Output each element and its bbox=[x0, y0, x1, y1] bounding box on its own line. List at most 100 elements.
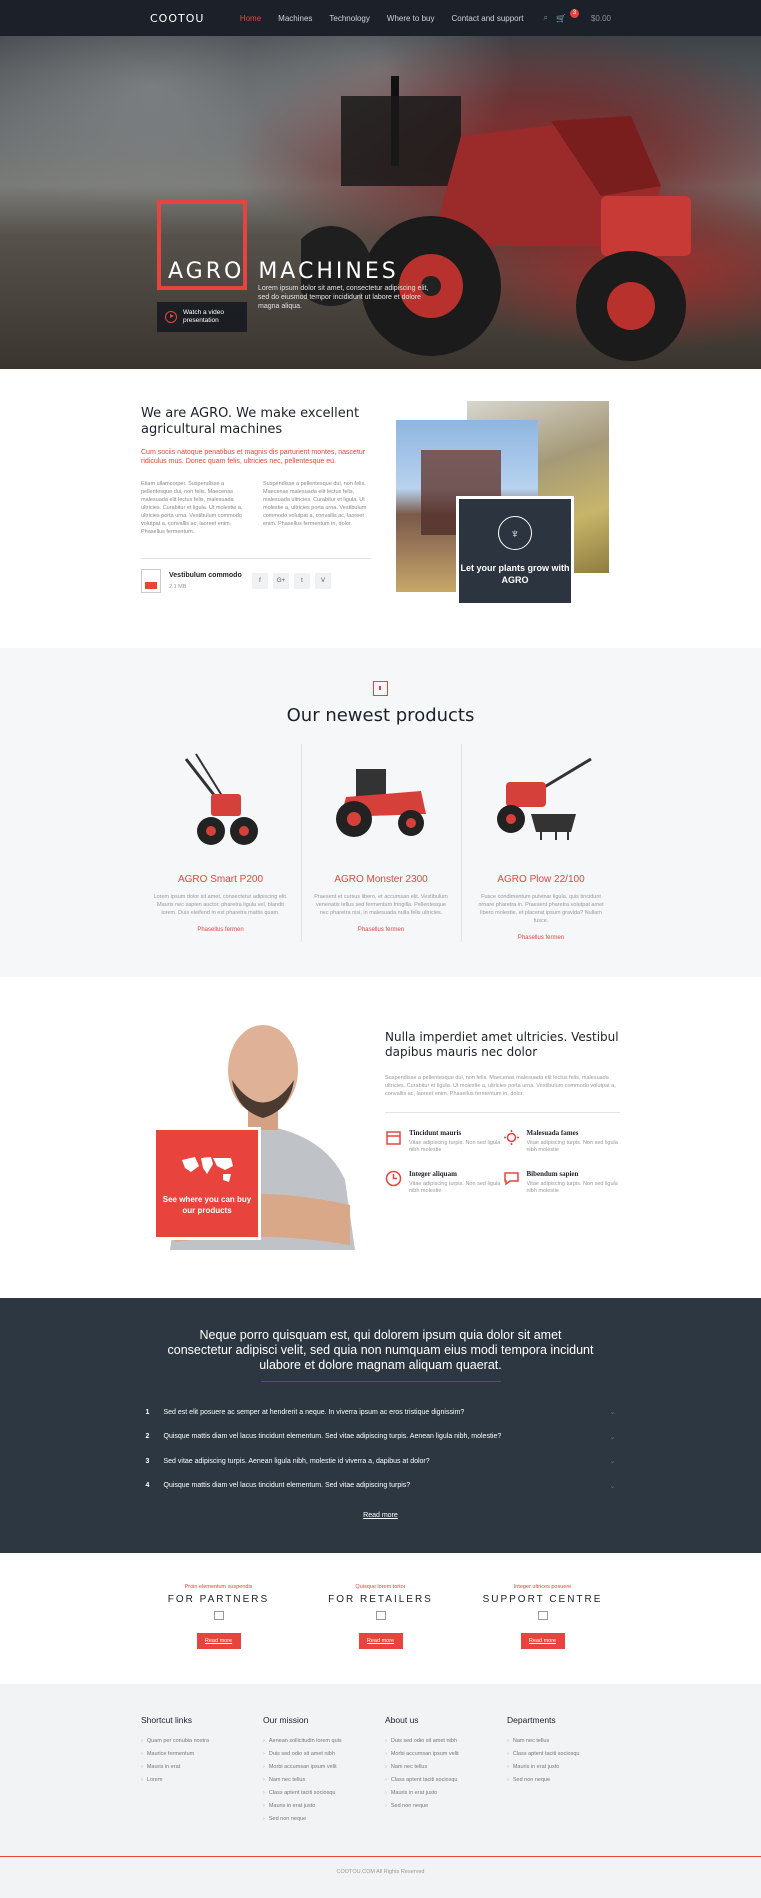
cultivator-image[interactable] bbox=[153, 744, 289, 854]
cart-count-badge: 3 bbox=[569, 8, 579, 18]
footer-link[interactable]: Class aptent taciti sociosqu bbox=[507, 1748, 629, 1761]
nav-where-to-buy[interactable]: Where to buy bbox=[387, 14, 435, 23]
chevron-down-icon[interactable]: ⌄ bbox=[610, 1482, 616, 1490]
footer-link[interactable]: Morbi accumsan ipsum velit bbox=[263, 1761, 385, 1774]
footer-link[interactable]: Duis sed odio sit amet nibh bbox=[385, 1735, 507, 1748]
handshake-icon bbox=[213, 1611, 224, 1620]
plow-image[interactable] bbox=[474, 744, 609, 854]
vimeo-icon[interactable]: V bbox=[315, 573, 331, 589]
wheat-icon: ♆ bbox=[498, 516, 532, 550]
footer-link[interactable]: Aenean sollicitudin lorem quis bbox=[263, 1735, 385, 1748]
faq-item[interactable]: 1 Sed est elit posuere ac semper at hend… bbox=[146, 1400, 616, 1425]
footer-link[interactable]: Morbi accumsan ipsum velit bbox=[385, 1748, 507, 1761]
play-icon bbox=[165, 311, 177, 323]
footer-link[interactable]: Maurice fermentum bbox=[141, 1748, 263, 1761]
file-name: Vestibulum commodo bbox=[169, 571, 242, 579]
chevron-down-icon[interactable]: ⌄ bbox=[610, 1433, 616, 1441]
product-name[interactable]: AGRO Smart P200 bbox=[153, 874, 289, 885]
faq-item[interactable]: 2 Quisque mattis diam vel lacus tincidun… bbox=[146, 1425, 616, 1450]
twitter-icon[interactable]: t bbox=[294, 573, 310, 589]
team-text: Nulla imperdiet amet ultricies. Vestibul… bbox=[385, 1030, 620, 1195]
product-link[interactable]: Phasellus fermen bbox=[197, 927, 243, 933]
footer-link[interactable]: Nam nec tellus bbox=[385, 1761, 507, 1774]
faq-number: 3 bbox=[145, 1457, 150, 1465]
faq-item[interactable]: 3 Sed vitae adipiscing turpis. Aenean li… bbox=[146, 1449, 616, 1474]
footer-link[interactable]: Nam nec tellus bbox=[507, 1735, 629, 1748]
product-link[interactable]: Phasellus fermen bbox=[358, 927, 404, 933]
faq-number: 2 bbox=[145, 1433, 150, 1441]
footer-link[interactable]: Sed non neque bbox=[385, 1800, 507, 1813]
partner-block: Integer ultrices posuere SUPPORT CENTRE … bbox=[462, 1584, 624, 1684]
cart-icon[interactable]: 🛒 bbox=[556, 14, 566, 23]
footer-column-title: Our mission bbox=[263, 1715, 309, 1725]
product-card: AGRO Plow 22/100 Fusce condimentum pulvi… bbox=[460, 744, 621, 942]
footer-link[interactable]: Sed non neque bbox=[263, 1813, 385, 1826]
faq-read-more-link[interactable]: Read more bbox=[363, 1512, 398, 1519]
main-nav: Home Machines Technology Where to buy Co… bbox=[240, 14, 524, 23]
faq-list: 1 Sed est elit posuere ac semper at hend… bbox=[146, 1400, 616, 1498]
feature-title: Integer aliquam bbox=[409, 1170, 457, 1178]
partner-subtitle: Integer ultrices posuere bbox=[513, 1584, 572, 1590]
product-desc: Praesent et cursus libero, et accumsan e… bbox=[314, 894, 448, 916]
nav-home[interactable]: Home bbox=[240, 14, 261, 23]
cart-total[interactable]: $0.00 bbox=[591, 14, 611, 23]
download-file[interactable]: Vestibulum commodo 2.1 MB bbox=[169, 572, 242, 591]
footer-link[interactable]: Nam nec tellus bbox=[263, 1774, 385, 1787]
product-card: AGRO Monster 2300 Praesent et cursus lib… bbox=[300, 744, 461, 942]
nav-contact[interactable]: Contact and support bbox=[451, 14, 523, 23]
grow-with-agro-card: ♆ Let your plants grow with AGRO bbox=[456, 496, 574, 606]
nav-machines[interactable]: Machines bbox=[278, 14, 312, 23]
world-map-icon bbox=[182, 1156, 233, 1182]
where-to-buy-card[interactable]: See where you can buy our products bbox=[153, 1127, 261, 1240]
partner-block: Proin elementum suspendis FOR PARTNERS R… bbox=[138, 1584, 300, 1684]
file-size: 2.1 MB bbox=[169, 583, 187, 590]
read-more-button[interactable]: Read more bbox=[196, 1633, 241, 1649]
footer-link[interactable]: Mauris in erat justo bbox=[263, 1800, 385, 1813]
hero-title-agro: AGRO bbox=[168, 259, 245, 284]
footer-link[interactable]: Class aptent taciti sociosqu bbox=[263, 1787, 385, 1800]
google-plus-icon[interactable]: G+ bbox=[273, 573, 289, 589]
hero-banner: AGRO MACHINES Lorem ipsum dolor sit amet,… bbox=[0, 36, 761, 369]
product-name[interactable]: AGRO Plow 22/100 bbox=[474, 874, 609, 885]
partner-title: SUPPORT CENTRE bbox=[482, 1594, 603, 1605]
products-section: Our newest products AGRO Smart P200 Lore… bbox=[0, 648, 761, 977]
partner-subtitle: Quisque lorem tortor bbox=[355, 1584, 406, 1590]
facebook-icon[interactable]: f bbox=[252, 573, 268, 589]
team-divider bbox=[385, 1112, 620, 1113]
footer-link[interactable]: Duis sed odio sit amet nibh bbox=[263, 1748, 385, 1761]
product-link[interactable]: Phasellus fermen bbox=[518, 935, 564, 941]
logo[interactable]: COOTOU bbox=[150, 12, 204, 25]
read-more-button[interactable]: Read more bbox=[358, 1633, 403, 1649]
product-name[interactable]: AGRO Monster 2300 bbox=[314, 874, 449, 885]
read-more-button[interactable]: Read more bbox=[520, 1633, 565, 1649]
tractor-product-image[interactable] bbox=[314, 744, 449, 854]
hero-description: Lorem ipsum dolor sit amet, consectetur … bbox=[258, 285, 429, 310]
feature-desc: Vitae adipiscing turpis. Non sed ligula … bbox=[409, 1181, 501, 1194]
team-title: Nulla imperdiet amet ultricies. Vestibul… bbox=[385, 1030, 619, 1059]
footer-link[interactable]: Mauris in erat bbox=[141, 1761, 263, 1774]
copyright-bar: COOTOU.COM All Rights Reserved bbox=[0, 1856, 761, 1898]
feature-desc: Vitae adipiscing turpis. Non sed ligula … bbox=[409, 1140, 501, 1153]
feature-title: Bibendum sapien bbox=[526, 1170, 579, 1178]
watch-video-button[interactable]: Watch a video presentation bbox=[157, 302, 247, 332]
feature-item: Malesuada fames Vitae adipiscing turpis. … bbox=[503, 1129, 621, 1154]
support-icon bbox=[537, 1611, 548, 1620]
footer-link[interactable]: Sed non neque bbox=[507, 1774, 629, 1787]
search-icon[interactable]: ⌕ bbox=[544, 13, 548, 23]
where-to-buy-text: See where you can buy our products bbox=[162, 1194, 252, 1215]
grow-card-text: Let your plants grow with AGRO bbox=[460, 563, 570, 585]
footer-link[interactable]: Mauris in erat justo bbox=[507, 1761, 629, 1774]
faq-question: Quisque mattis diam vel lacus tincidunt … bbox=[163, 1482, 411, 1490]
faq-item[interactable]: 4 Quisque mattis diam vel lacus tincidun… bbox=[146, 1474, 616, 1499]
footer-link[interactable]: Class aptent taciti sociosqu bbox=[385, 1774, 507, 1787]
footer: Shortcut links Quam per conubia nostra M… bbox=[0, 1684, 761, 1856]
footer-link[interactable]: Quam per conubia nostra bbox=[141, 1735, 263, 1748]
footer-link[interactable]: Lorem bbox=[141, 1774, 263, 1787]
footer-column: Shortcut links Quam per conubia nostra M… bbox=[141, 1715, 263, 1856]
footer-link[interactable]: Mauris in erat justo bbox=[385, 1787, 507, 1800]
pdf-icon[interactable] bbox=[141, 569, 161, 593]
chevron-down-icon[interactable]: ⌄ bbox=[610, 1457, 616, 1465]
nav-technology[interactable]: Technology bbox=[329, 14, 369, 23]
chevron-down-icon[interactable]: ⌄ bbox=[610, 1408, 616, 1416]
faq-separator bbox=[260, 1381, 501, 1382]
